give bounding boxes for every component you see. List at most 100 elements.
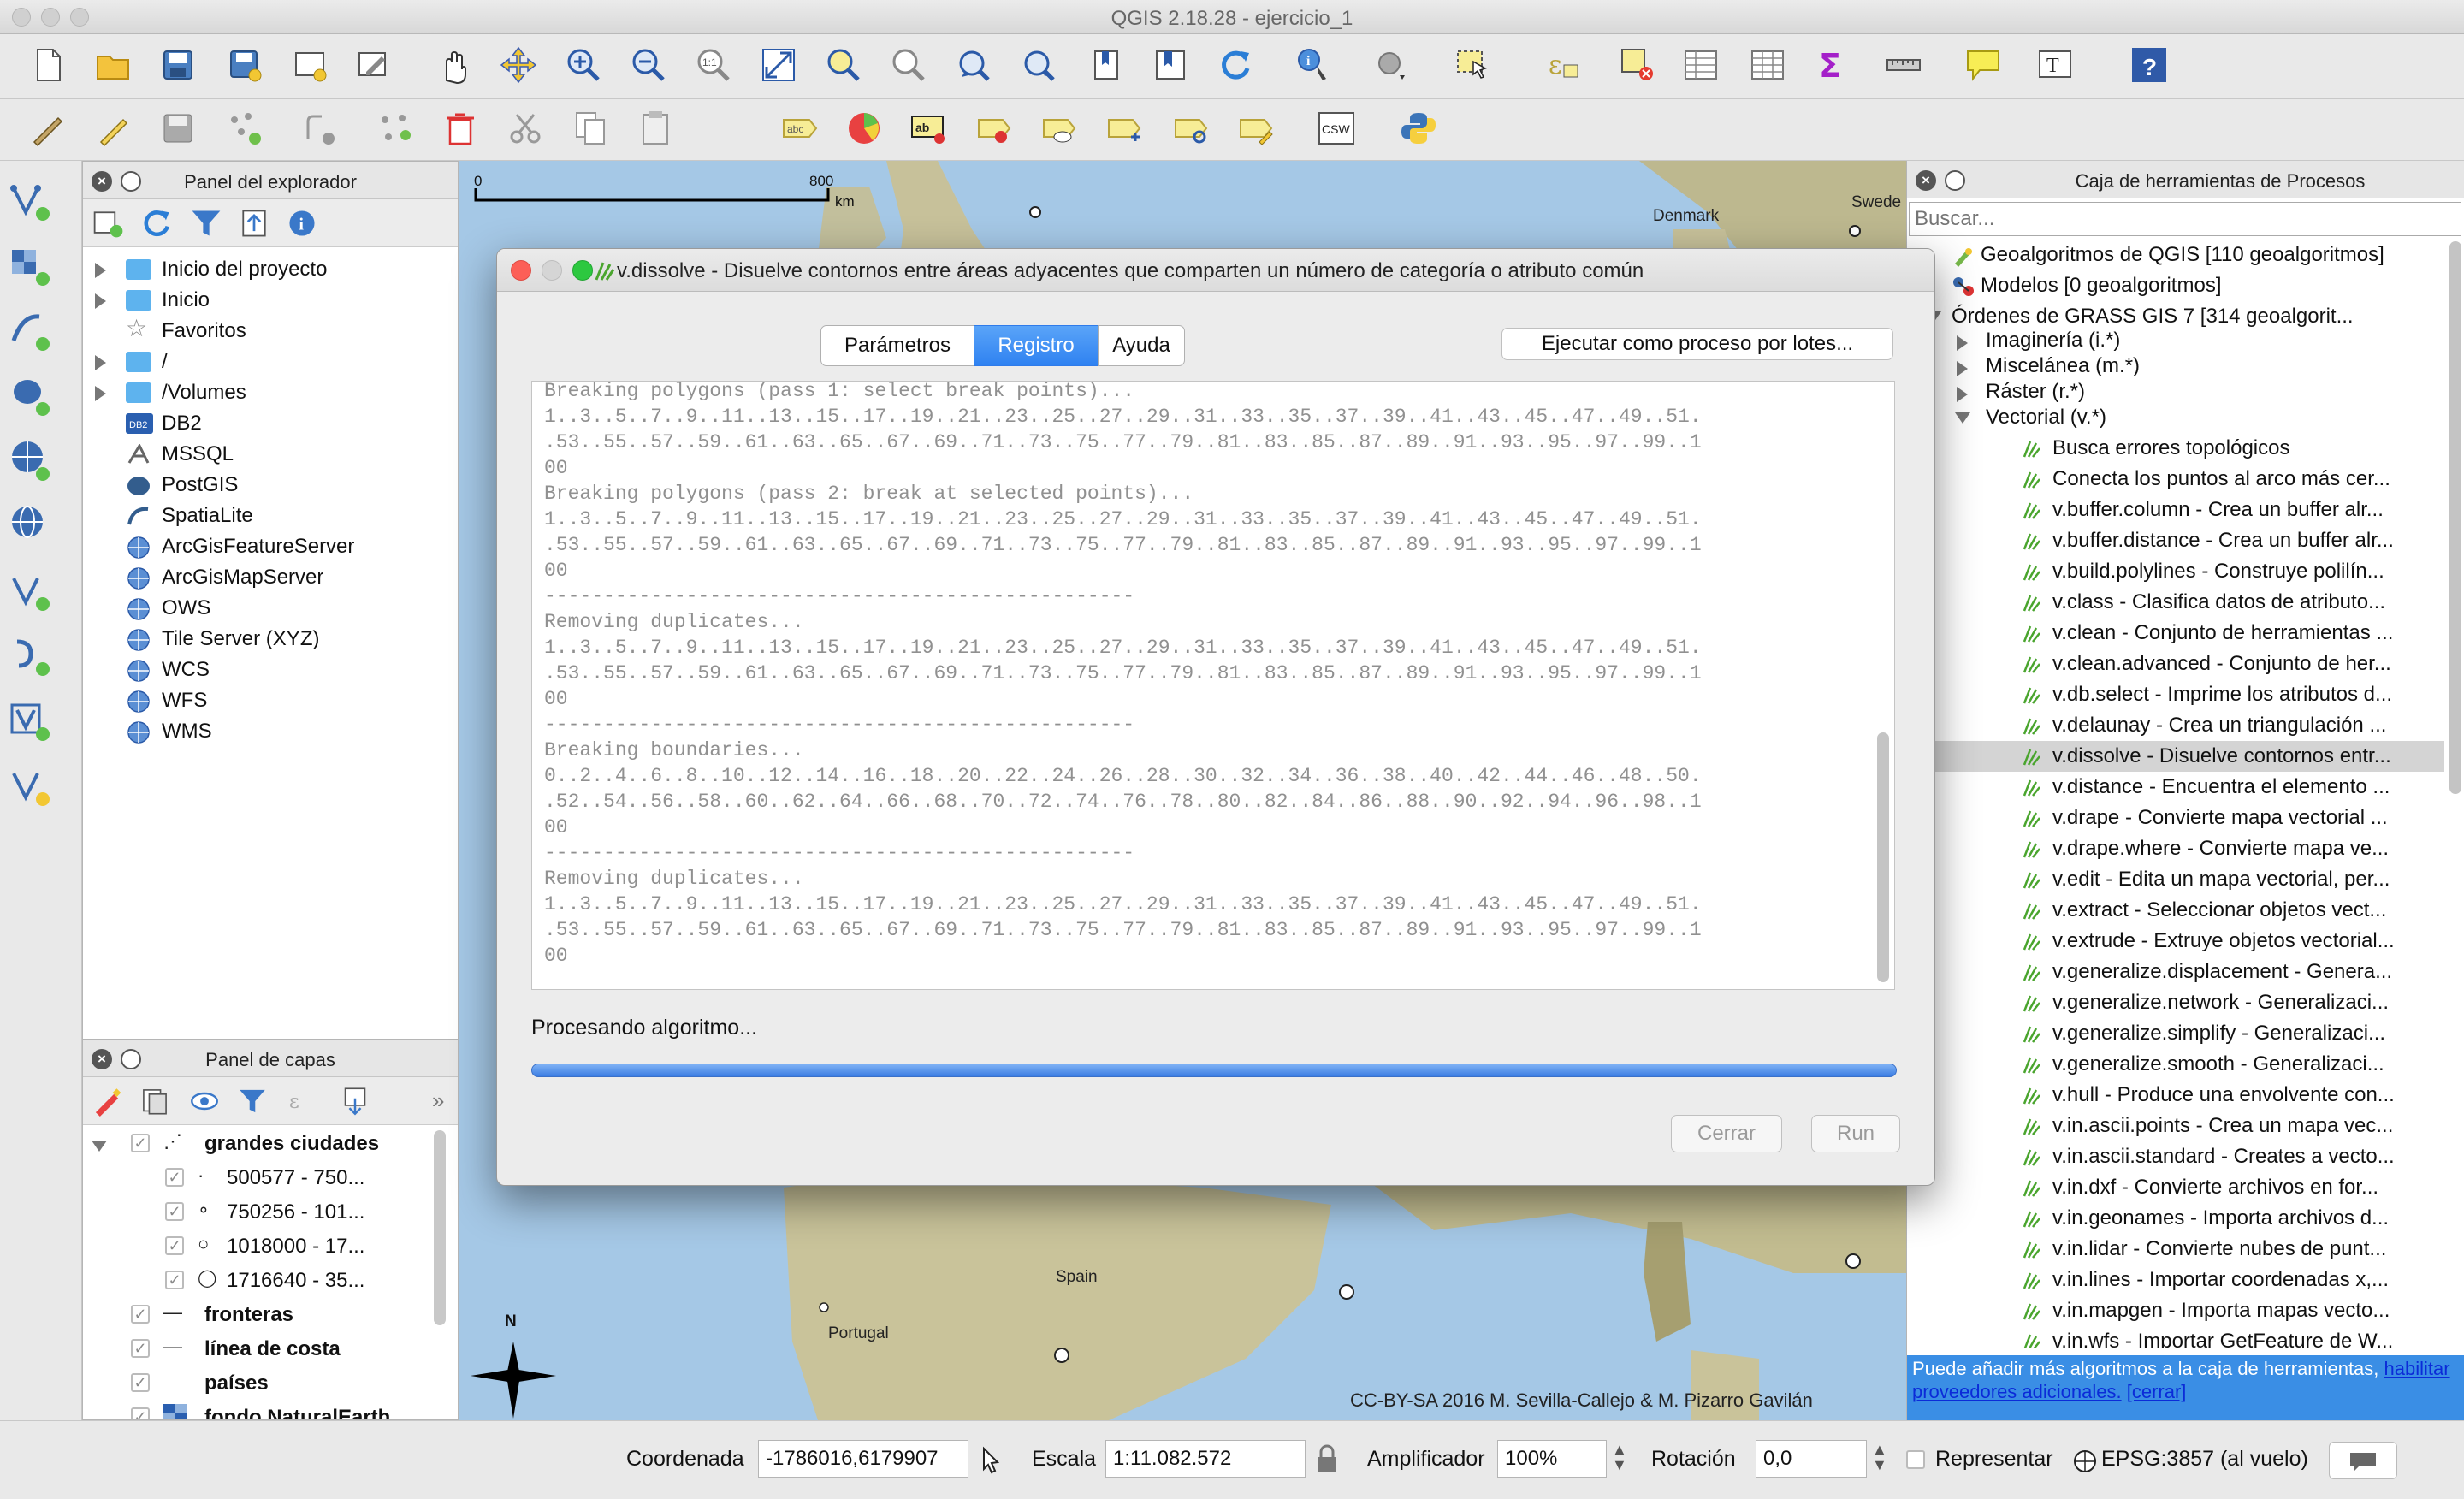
- log-scrollbar[interactable]: [1877, 732, 1889, 982]
- add-wfs-layer-icon[interactable]: [9, 568, 56, 616]
- tab-registro[interactable]: Registro: [974, 325, 1099, 366]
- layer-item[interactable]: ✓ — línea de costa: [83, 1334, 432, 1366]
- provider-item[interactable]: Modelos [0 geoalgoritmos]: [1907, 272, 2444, 301]
- algorithm-item[interactable]: v.class - Clasifica datos de atributo...: [1907, 587, 2444, 618]
- expand-arrow-icon[interactable]: [95, 263, 106, 278]
- algorithm-item[interactable]: v.extrude - Extruye objetos vectorial...: [1907, 926, 2444, 957]
- add-virtual-layer-icon[interactable]: [9, 698, 56, 746]
- tab-parametros[interactable]: Parámetros: [820, 325, 974, 366]
- change-label-icon[interactable]: [1237, 110, 1275, 147]
- toggle-editing-icon[interactable]: [94, 110, 132, 147]
- zoom-native-icon[interactable]: 1:1: [695, 46, 732, 84]
- layer-visibility-checkbox[interactable]: ✓: [165, 1271, 184, 1289]
- move-feature-icon[interactable]: [299, 110, 337, 147]
- help-icon[interactable]: ?: [2130, 46, 2168, 84]
- log-output[interactable]: Breaking polygons (pass 1: select break …: [531, 381, 1895, 990]
- algorithm-item[interactable]: Conecta los puntos al arco más cer...: [1907, 464, 2444, 495]
- layer-item[interactable]: ✓ — fronteras: [83, 1300, 432, 1332]
- zoom-out-icon[interactable]: [630, 46, 667, 84]
- algorithm-item[interactable]: v.db.select - Imprime los atributos d...: [1907, 679, 2444, 710]
- lock-scale-icon[interactable]: [1312, 1443, 1342, 1476]
- zoom-next-icon[interactable]: [1020, 46, 1057, 84]
- zoom-in-icon[interactable]: [565, 46, 602, 84]
- select-features-icon[interactable]: [1454, 46, 1492, 84]
- scale-field[interactable]: 1:11.082.572: [1105, 1440, 1306, 1478]
- add-raster-layer-icon[interactable]: [9, 243, 56, 291]
- layer-visibility-checkbox[interactable]: ✓: [131, 1407, 150, 1419]
- show-hide-labels-icon[interactable]: [1040, 110, 1078, 147]
- identify-icon[interactable]: i: [1295, 46, 1333, 84]
- properties-icon[interactable]: i: [285, 206, 319, 240]
- expand-arrow-icon[interactable]: [95, 293, 106, 309]
- tab-ayuda[interactable]: Ayuda: [1098, 325, 1185, 366]
- crs-globe-icon[interactable]: [2072, 1449, 2098, 1474]
- copy-features-icon[interactable]: [572, 110, 609, 147]
- zoom-to-layer-icon[interactable]: [890, 46, 927, 84]
- label-toolbar-icon[interactable]: abc: [780, 110, 818, 147]
- save-project-icon[interactable]: [159, 46, 197, 84]
- close-panel-icon[interactable]: ×: [1916, 170, 1936, 191]
- annotation-icon[interactable]: [1964, 46, 2002, 84]
- python-console-icon[interactable]: [1400, 110, 1437, 147]
- delete-selected-icon[interactable]: [441, 110, 479, 147]
- algorithm-item[interactable]: Busca errores topológicos: [1907, 433, 2444, 464]
- algorithm-group[interactable]: Vectorial (v.*): [1907, 406, 2444, 431]
- pan-to-selection-icon[interactable]: [500, 46, 537, 84]
- browser-item[interactable]: Inicio: [83, 287, 451, 316]
- add-wcs-layer-icon[interactable]: [9, 503, 56, 551]
- map-tips-icon[interactable]: [1372, 46, 1410, 84]
- refresh-icon[interactable]: [1217, 46, 1254, 84]
- provider-item[interactable]: Órdenes de GRASS GIS 7 [314 geoalgorit..…: [1907, 303, 2444, 332]
- layer-item[interactable]: ✓ ○ 1018000 - 17...: [83, 1231, 432, 1264]
- crs-status[interactable]: EPSG:3857 (al vuelo): [2101, 1447, 2308, 1472]
- layer-item[interactable]: ✓ · 500577 - 750...: [83, 1163, 432, 1195]
- expand-arrow-icon[interactable]: [95, 386, 106, 401]
- layer-item[interactable]: ✓ ◯ 1716640 - 35...: [83, 1265, 432, 1298]
- float-panel-icon[interactable]: [1945, 170, 1965, 191]
- browser-item[interactable]: ArcGisFeatureServer: [83, 533, 451, 562]
- algorithm-item[interactable]: v.build.polylines - Construye polilín...: [1907, 556, 2444, 587]
- new-shapefile-layer-icon[interactable]: [9, 763, 56, 811]
- save-as-icon[interactable]: [226, 46, 264, 84]
- layer-visibility-checkbox[interactable]: ✓: [131, 1134, 150, 1152]
- add-vector-layer-icon[interactable]: [9, 178, 56, 226]
- add-wms-layer-icon[interactable]: [9, 438, 56, 486]
- save-edits-icon[interactable]: [159, 110, 197, 147]
- paste-features-icon[interactable]: [637, 110, 674, 147]
- algorithm-item[interactable]: v.generalize.simplify - Generalizaci...: [1907, 1018, 2444, 1049]
- measure-icon[interactable]: [1886, 46, 1923, 84]
- algorithm-item[interactable]: v.in.dxf - Convierte archivos en for...: [1907, 1172, 2444, 1203]
- add-feature-icon[interactable]: [226, 110, 264, 147]
- collapse-arrow-icon[interactable]: [92, 1141, 107, 1152]
- algorithm-item[interactable]: v.in.lidar - Convierte nubes de punt...: [1907, 1234, 2444, 1265]
- deselect-all-icon[interactable]: [1619, 46, 1656, 84]
- new-print-composer-icon[interactable]: [291, 46, 329, 84]
- algorithm-item[interactable]: v.generalize.network - Generalizaci...: [1907, 987, 2444, 1018]
- algorithm-item[interactable]: v.in.geonames - Importa archivos d...: [1907, 1203, 2444, 1234]
- highlight-pinned-icon[interactable]: [975, 110, 1013, 147]
- zoom-to-selection-icon[interactable]: [825, 46, 862, 84]
- browser-item[interactable]: /: [83, 348, 451, 377]
- layer-visibility-checkbox[interactable]: ✓: [131, 1305, 150, 1324]
- add-layers-icon[interactable]: [92, 206, 126, 240]
- layers-scrollbar[interactable]: [434, 1130, 446, 1325]
- filter-expression-icon[interactable]: ε: [285, 1086, 319, 1117]
- rotation-stepper[interactable]: ▲ ▼: [1872, 1442, 1887, 1472]
- zoom-last-icon[interactable]: [955, 46, 992, 84]
- collapse-arrow-icon[interactable]: [1955, 412, 1970, 424]
- sum-icon[interactable]: Σ: [1812, 46, 1850, 85]
- layer-visibility-checkbox[interactable]: ✓: [131, 1339, 150, 1358]
- browser-item[interactable]: MSSQL: [83, 441, 451, 470]
- layer-item[interactable]: ✓ fondo NaturalEarth: [83, 1402, 432, 1419]
- browser-item[interactable]: SpatiaLite: [83, 502, 451, 531]
- statistics-icon[interactable]: [1749, 46, 1786, 84]
- open-project-icon[interactable]: [94, 46, 132, 84]
- processing-scrollbar[interactable]: [2449, 241, 2461, 794]
- algorithm-item[interactable]: v.drape - Convierte mapa vectorial ...: [1907, 803, 2444, 833]
- new-project-icon[interactable]: [29, 46, 67, 84]
- pin-labels-icon[interactable]: ab: [910, 110, 948, 147]
- algorithm-item[interactable]: v.delaunay - Crea un triangulación ...: [1907, 710, 2444, 741]
- algorithm-item[interactable]: v.buffer.distance - Crea un buffer alr..…: [1907, 525, 2444, 556]
- browser-item[interactable]: DB2 DB2: [83, 410, 451, 439]
- algorithm-item[interactable]: v.hull - Produce una envolvente con...: [1907, 1080, 2444, 1111]
